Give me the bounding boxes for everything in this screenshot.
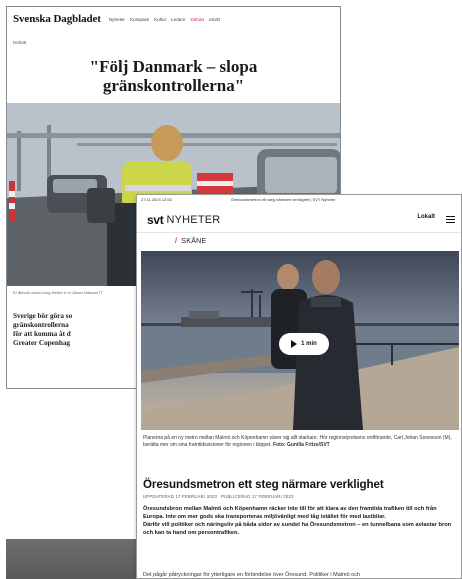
article-lead: Öresundsbron mellan Malmö och Köpenhamn … (143, 505, 453, 537)
play-icon (291, 340, 298, 348)
svd-nav-item[interactable]: Nyheter (109, 17, 125, 22)
photo-credit: Foto: Gunilla Fritze/SVT (273, 442, 330, 448)
article-dates: UPPDATERAD 17 FEBRUARI 2023 PUBLICERAD 17… (143, 494, 294, 499)
video-caption: Planerna på en ny metro mellan Malmö och… (143, 435, 453, 449)
print-header: 27.11.2023 12:53 Öresundsmetron ett steg… (141, 197, 459, 202)
svt-header: svt NYHETER Lokalt (137, 207, 461, 233)
svd-nav-item[interactable]: Kultur (154, 17, 166, 22)
play-video-button[interactable]: 1 min (279, 333, 329, 355)
svd-headline-line: "Följ Danmark – slopa (89, 57, 258, 76)
updated-date: UPPDATERAD 17 FEBRUARI 2023 (143, 494, 218, 499)
svd-headline: "Följ Danmark – slopa gränskontrollerna" (7, 57, 340, 95)
svd-nav: Nyheter Kompass Kultur Ledare Debatt eSv… (109, 17, 220, 22)
region-label: SKÅNE (181, 238, 207, 245)
video-duration: 1 min (301, 341, 317, 347)
screenshot-stage: Svenska Dagbladet Nyheter Kompass Kultur… (0, 0, 462, 579)
svt-article-card: 27.11.2023 12:53 Öresundsmetron ett steg… (136, 194, 462, 579)
svd-lead-line: Greater Copenhag (13, 339, 71, 347)
hamburger-menu-icon[interactable] (446, 216, 455, 223)
lead-paragraph: Därför vill politiker och näringsliv på … (143, 522, 452, 536)
svd-photo-caption: Er åktvoll uscho burg flrerke rr m Johan… (13, 290, 104, 295)
print-page-title: Öresundsmetron ett steg närmare verkligh… (231, 197, 336, 202)
svt-logo[interactable]: svt (147, 213, 164, 227)
print-date: 27.11.2023 12:53 (141, 197, 172, 202)
svd-lead-line: Sverige bör göra so (13, 312, 73, 320)
region-breadcrumb[interactable]: / SKÅNE (175, 238, 206, 245)
svd-section-label[interactable]: Debatt (13, 40, 26, 45)
svd-logo[interactable]: Svenska Dagbladet (13, 13, 101, 25)
svd-lead-line: gränskontrollerna (13, 321, 69, 329)
svd-nav-item[interactable]: Ledare (171, 17, 185, 22)
article-title: Öresundsmetron ett steg närmare verkligh… (143, 478, 384, 491)
lead-paragraph: Öresundsbron mellan Malmö och Köpenhamn … (143, 506, 437, 520)
svd-nav-item-active[interactable]: Debatt (190, 17, 204, 22)
svd-lead: Sverige bör göra so gränskontrollerna fö… (13, 312, 153, 348)
background-photo-strip (6, 539, 136, 579)
article-body: Det pågår påtryckningar för ytterligare … (143, 572, 361, 578)
svd-topbar: Svenska Dagbladet Nyheter Kompass Kultur… (7, 7, 340, 31)
svt-video-thumbnail[interactable]: 1 min (141, 251, 459, 430)
published-date: PUBLICERAD 17 FEBRUARI 2023 (221, 494, 294, 499)
svd-nav-item[interactable]: eSvD (209, 17, 220, 22)
svd-lead-line: för att komma åt d (13, 330, 71, 338)
region-slash-icon: / (175, 238, 178, 245)
svd-headline-line: gränskontrollerna" (102, 76, 245, 95)
lokalt-link[interactable]: Lokalt (417, 214, 435, 220)
svt-logo-suffix[interactable]: NYHETER (166, 214, 220, 226)
svd-nav-item[interactable]: Kompass (130, 17, 149, 22)
